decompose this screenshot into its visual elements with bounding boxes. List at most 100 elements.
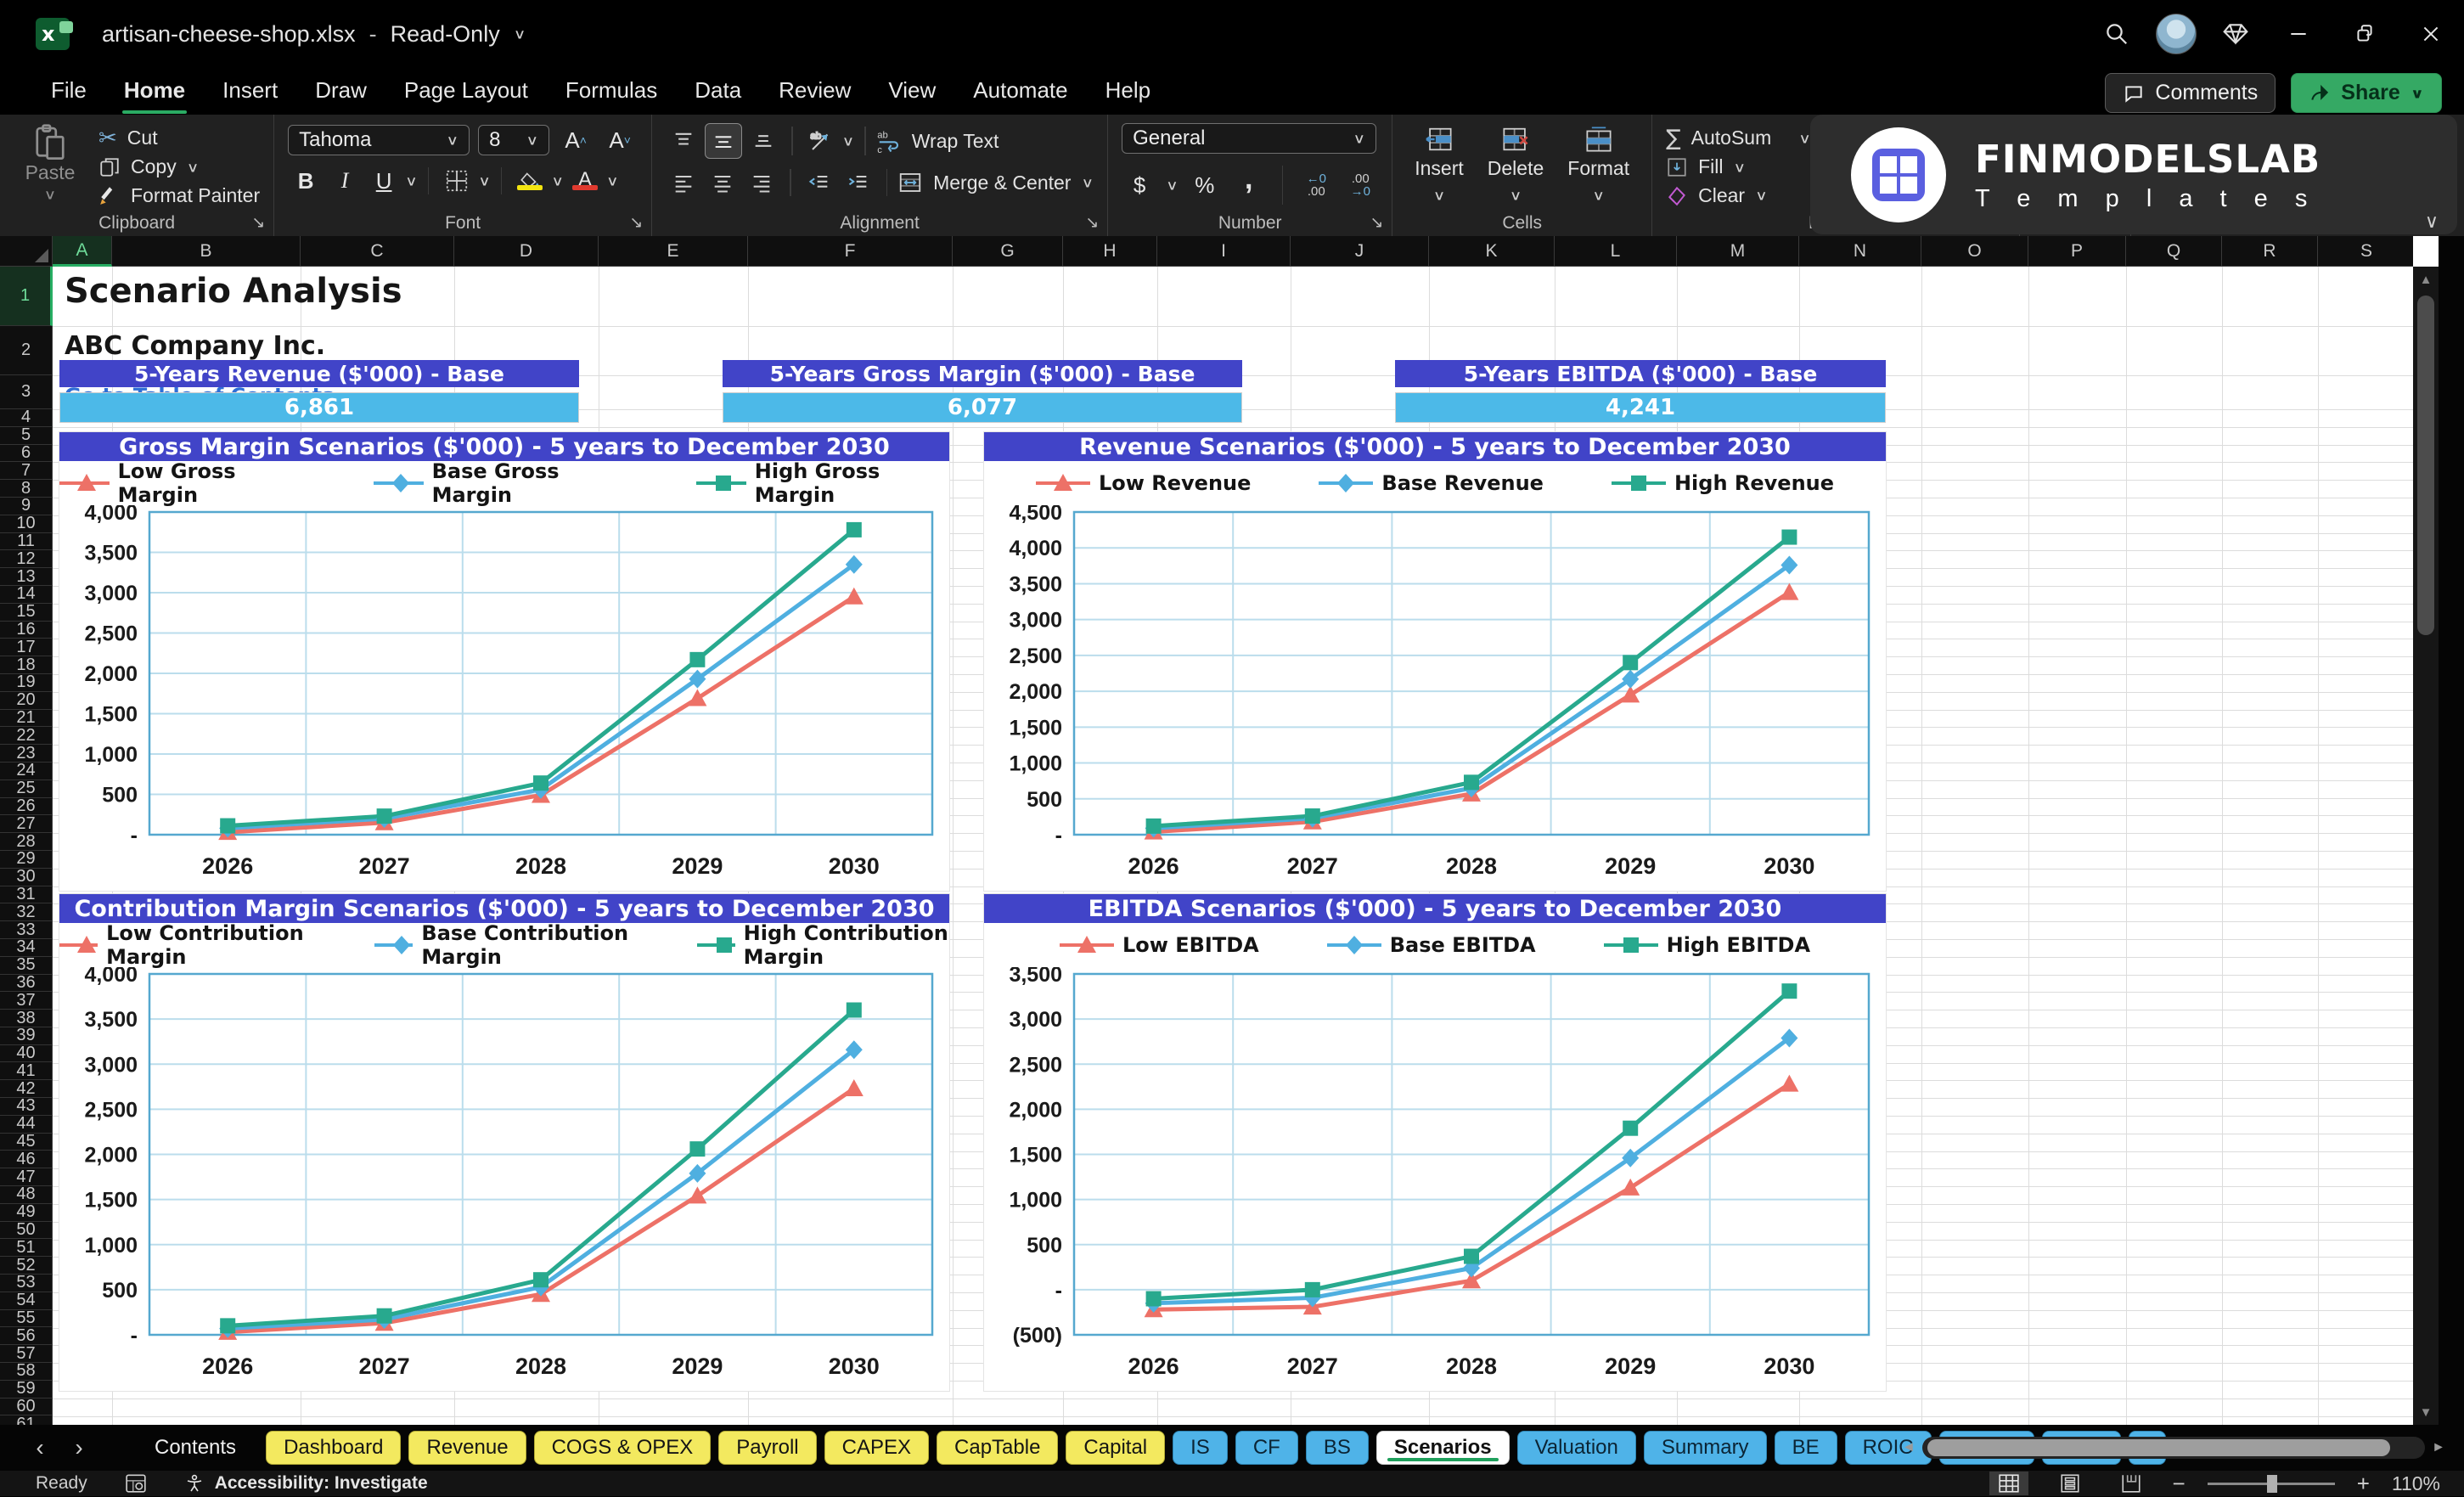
record-macro-icon[interactable]	[125, 1473, 147, 1494]
row-header-59[interactable]: 59	[0, 1381, 53, 1399]
row-header-10[interactable]: 10	[0, 515, 53, 533]
scroll-up-arrow[interactable]: ▲	[2413, 267, 2439, 292]
row-header-57[interactable]: 57	[0, 1345, 53, 1363]
accounting-format-options[interactable]: ∨	[1166, 177, 1179, 193]
row-header-60[interactable]: 60	[0, 1399, 53, 1416]
ribbon-tab-formulas[interactable]: Formulas	[547, 72, 676, 110]
row-header-53[interactable]: 53	[0, 1275, 53, 1292]
row-header-31[interactable]: 31	[0, 886, 53, 904]
font-size-select[interactable]: 8∨	[478, 125, 549, 155]
column-header-L[interactable]: L	[1555, 236, 1677, 267]
column-header-R[interactable]: R	[2222, 236, 2318, 267]
increase-decimal-button[interactable]: ←0.00	[1298, 168, 1334, 202]
column-header-H[interactable]: H	[1063, 236, 1157, 267]
vertical-scroll-thumb[interactable]	[2417, 295, 2434, 635]
row-header-19[interactable]: 19	[0, 674, 53, 692]
row-header-47[interactable]: 47	[0, 1168, 53, 1186]
ribbon-tab-automate[interactable]: Automate	[954, 72, 1086, 110]
scroll-right-arrow[interactable]: ►	[2432, 1440, 2445, 1455]
column-header-J[interactable]: J	[1291, 236, 1429, 267]
row-header-30[interactable]: 30	[0, 869, 53, 886]
paste-button[interactable]: Paste ∨	[14, 123, 87, 205]
zoom-slider[interactable]	[2208, 1483, 2335, 1485]
comma-style-button[interactable]: ,	[1231, 162, 1267, 208]
row-header-21[interactable]: 21	[0, 710, 53, 728]
column-header-S[interactable]: S	[2318, 236, 2413, 267]
column-header-E[interactable]: E	[599, 236, 748, 267]
select-all-corner[interactable]	[0, 236, 53, 267]
accessibility-status[interactable]: Accessibility: Investigate	[184, 1473, 428, 1494]
row-header-16[interactable]: 16	[0, 622, 53, 639]
column-header-P[interactable]: P	[2028, 236, 2126, 267]
row-header-26[interactable]: 26	[0, 798, 53, 816]
ribbon-tab-draw[interactable]: Draw	[296, 72, 385, 110]
scroll-down-arrow[interactable]: ▼	[2413, 1399, 2439, 1425]
row-header-55[interactable]: 55	[0, 1310, 53, 1328]
row-header-50[interactable]: 50	[0, 1222, 53, 1240]
row-header-13[interactable]: 13	[0, 568, 53, 586]
increase-indent-button[interactable]	[841, 166, 876, 200]
underline-options[interactable]: ∨	[405, 172, 418, 189]
next-sheet-arrow[interactable]: ›	[59, 1434, 98, 1461]
font-color-button[interactable]: A	[567, 164, 603, 198]
row-header-4[interactable]: 4	[0, 409, 53, 427]
ribbon-tab-view[interactable]: View	[869, 72, 954, 110]
row-header-46[interactable]: 46	[0, 1151, 53, 1168]
ribbon-tab-page-layout[interactable]: Page Layout	[385, 72, 547, 110]
sheet-tab-bs[interactable]: BS	[1306, 1431, 1369, 1465]
column-header-Q[interactable]: Q	[2126, 236, 2222, 267]
zoom-out-button[interactable]: −	[2173, 1471, 2186, 1497]
row-header-2[interactable]: 2	[0, 326, 53, 375]
sheet-tab-cf[interactable]: CF	[1235, 1431, 1298, 1465]
ribbon-tab-help[interactable]: Help	[1087, 72, 1169, 110]
column-header-B[interactable]: B	[112, 236, 301, 267]
align-left-button[interactable]	[666, 166, 701, 200]
row-header-1[interactable]: 1	[0, 267, 53, 326]
sheet-tab-valuation[interactable]: Valuation	[1517, 1431, 1636, 1465]
chevron-down-icon[interactable]: ∨	[514, 25, 526, 42]
page-layout-view-button[interactable]	[2051, 1472, 2090, 1495]
fill-color-options[interactable]: ∨	[551, 172, 564, 189]
clipboard-dialog-launcher[interactable]: ↘	[251, 213, 265, 232]
chart-revenue-scenarios[interactable]: Revenue Scenarios ($'000) - 5 years to D…	[984, 432, 1886, 891]
zoom-in-button[interactable]: +	[2357, 1471, 2370, 1497]
ribbon-tab-file[interactable]: File	[32, 72, 105, 110]
row-header-34[interactable]: 34	[0, 939, 53, 957]
fill-color-button[interactable]	[512, 164, 548, 198]
row-header-29[interactable]: 29	[0, 851, 53, 869]
row-header-23[interactable]: 23	[0, 745, 53, 763]
row-header-3[interactable]: 3	[0, 375, 53, 409]
borders-options[interactable]: ∨	[478, 172, 491, 189]
chart-contribution-margin-scenarios[interactable]: Contribution Margin Scenarios ($'000) - …	[59, 894, 949, 1391]
bold-button[interactable]: B	[288, 164, 323, 198]
chart-gross-margin-scenarios[interactable]: Gross Margin Scenarios ($'000) - 5 years…	[59, 432, 949, 891]
page-break-view-button[interactable]	[2112, 1472, 2151, 1495]
align-top-button[interactable]	[666, 124, 701, 158]
vertical-scrollbar[interactable]: ▲ ▼	[2413, 267, 2439, 1425]
search-icon[interactable]	[2087, 4, 2146, 64]
row-header-61[interactable]: 61	[0, 1415, 53, 1425]
sheet-tab-contents[interactable]: Contents	[132, 1431, 258, 1465]
fill-button[interactable]: Fill ∨	[1666, 154, 1811, 181]
share-button[interactable]: Share ∨	[2291, 73, 2442, 113]
collapse-ribbon-chevron[interactable]: ∨	[2425, 211, 2439, 233]
row-header-20[interactable]: 20	[0, 692, 53, 710]
underline-button[interactable]: U	[366, 164, 402, 198]
zoom-slider-thumb[interactable]	[2267, 1475, 2277, 1493]
row-header-14[interactable]: 14	[0, 586, 53, 604]
row-header-15[interactable]: 15	[0, 604, 53, 622]
row-header-24[interactable]: 24	[0, 763, 53, 780]
orientation-button[interactable]: ab	[803, 124, 839, 158]
column-header-D[interactable]: D	[454, 236, 599, 267]
column-header-M[interactable]: M	[1677, 236, 1799, 267]
autosum-button[interactable]: ∑ AutoSum ∨	[1666, 125, 1811, 152]
row-header-32[interactable]: 32	[0, 903, 53, 921]
sheet-tab-captable[interactable]: CapTable	[937, 1431, 1058, 1465]
sheet-tab-cogs-opex[interactable]: COGS & OPEX	[534, 1431, 712, 1465]
number-format-select[interactable]: General∨	[1122, 123, 1376, 154]
clear-button[interactable]: Clear ∨	[1666, 182, 1811, 209]
column-header-I[interactable]: I	[1157, 236, 1291, 267]
close-button[interactable]	[2398, 1, 2464, 67]
prev-sheet-arrow[interactable]: ‹	[20, 1434, 59, 1461]
format-painter-button[interactable]: Format Painter	[98, 182, 260, 209]
